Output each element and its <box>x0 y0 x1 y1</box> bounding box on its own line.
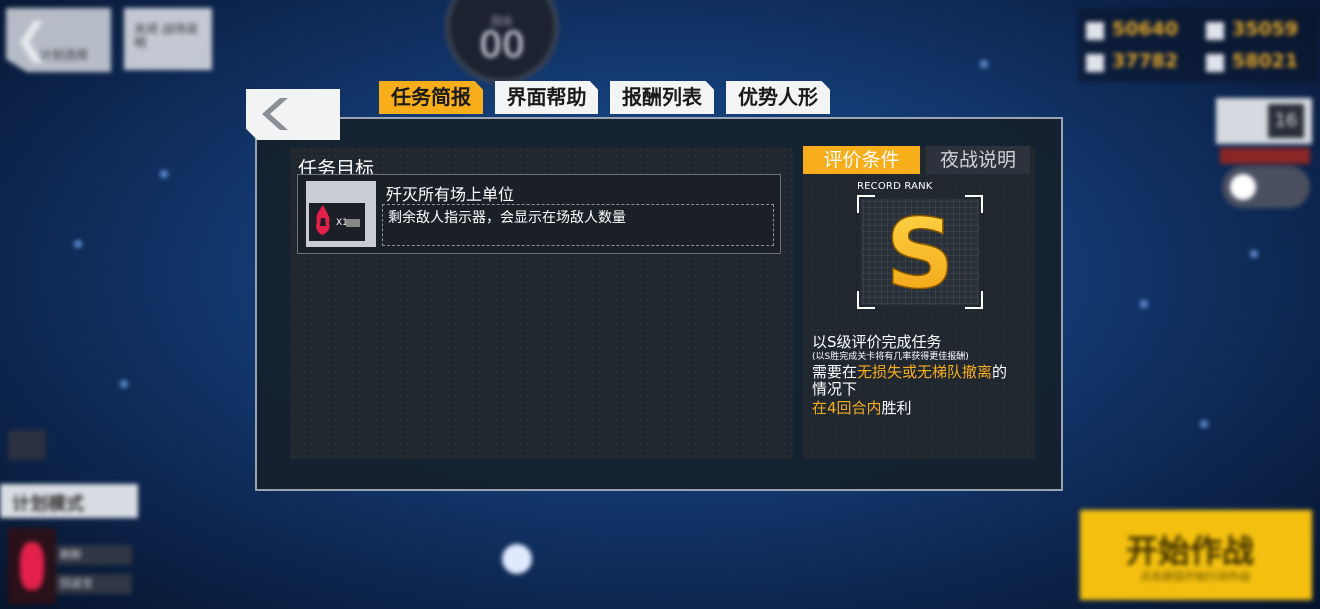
turn-number: 00 <box>479 25 525 66</box>
auto-toggle[interactable] <box>1222 166 1310 208</box>
plan-back-label: 计划选择 <box>40 48 89 62</box>
ammo-icon <box>1206 22 1224 40</box>
resource-panel: 50640 35059 37782 58021 <box>1078 8 1318 82</box>
tab-night-battle[interactable]: 夜战说明 <box>926 146 1030 174</box>
condition-pre: 需要在 <box>812 363 858 381</box>
rank-grade: S <box>885 198 954 309</box>
battlefield-info-button[interactable]: 关闭 战场说明 <box>124 8 212 70</box>
ration-icon <box>1086 54 1104 72</box>
plan-back-button[interactable]: ❮ 计划选择 <box>6 8 111 72</box>
resource-ammo: 35059 <box>1232 18 1299 40</box>
condition-turn-highlight: 在4回合内 <box>812 399 882 417</box>
side-warning-bar <box>1220 148 1310 164</box>
eye-icon[interactable] <box>8 430 46 460</box>
chevron-left-icon <box>262 98 288 130</box>
turn-counter: 回合 00 <box>445 0 559 84</box>
parts-icon <box>1206 54 1224 72</box>
side-info-button[interactable]: 16 <box>1216 98 1312 144</box>
battlefield-info-label: 关闭 战场说明 <box>134 22 198 50</box>
objective-icon-bar <box>346 219 360 227</box>
objective-icon: X1 <box>306 181 376 247</box>
condition-highlight: 无损失或无梯队撤离 <box>857 363 993 381</box>
condition-wrap: 情况下 <box>812 380 858 398</box>
plan-mode-label: 计划模式 <box>12 494 84 515</box>
condition-main-sub: (以S胜完成关卡将有几率获得更佳报酬) <box>812 352 969 362</box>
record-rank-label: RECORD RANK <box>857 181 933 192</box>
start-battle-button[interactable]: 开始作战 点击按钮开始行动作战 <box>1080 510 1312 600</box>
condition-requirement: 需要在无损失或无梯队撤离的情况下 <box>812 364 1027 398</box>
tab-mission-brief[interactable]: 任务简报 <box>379 81 483 114</box>
condition-post: 的 <box>992 363 1008 381</box>
tag-refresh[interactable]: 刷新 <box>56 545 132 565</box>
tab-ui-help[interactable]: 界面帮助 <box>495 81 598 114</box>
objective-name: 歼灭所有场上单位 <box>386 185 515 204</box>
side-info-value: 16 <box>1268 104 1304 138</box>
start-battle-label: 开始作战 <box>1126 532 1255 570</box>
manpower-icon <box>1086 22 1104 40</box>
condition-turn-limit: 在4回合内胜利 <box>812 397 912 418</box>
rank-badge: S <box>857 195 983 309</box>
plan-mode-button[interactable]: 计划模式 <box>0 484 138 518</box>
resource-parts: 58021 <box>1232 50 1299 72</box>
dialog-back-button[interactable] <box>246 89 340 140</box>
enemy-fox-icon <box>316 205 330 235</box>
objective-description: 剩余敌人指示器，会显示在场敌人数量 <box>388 210 626 226</box>
map-node[interactable] <box>502 544 532 574</box>
start-battle-sub: 点击按钮开始行动作战 <box>1140 570 1250 583</box>
enemy-fox-icon <box>8 528 56 604</box>
condition-turn-post: 胜利 <box>881 399 912 417</box>
tab-rating-conditions[interactable]: 评价条件 <box>803 146 920 174</box>
tab-advantage-dolls[interactable]: 优势人形 <box>726 81 830 114</box>
tag-rollback[interactable]: 回退至 <box>56 574 132 594</box>
resource-ration: 37782 <box>1112 50 1179 72</box>
tab-reward-list[interactable]: 报酬列表 <box>610 81 714 114</box>
resource-manpower: 50640 <box>1112 18 1179 40</box>
